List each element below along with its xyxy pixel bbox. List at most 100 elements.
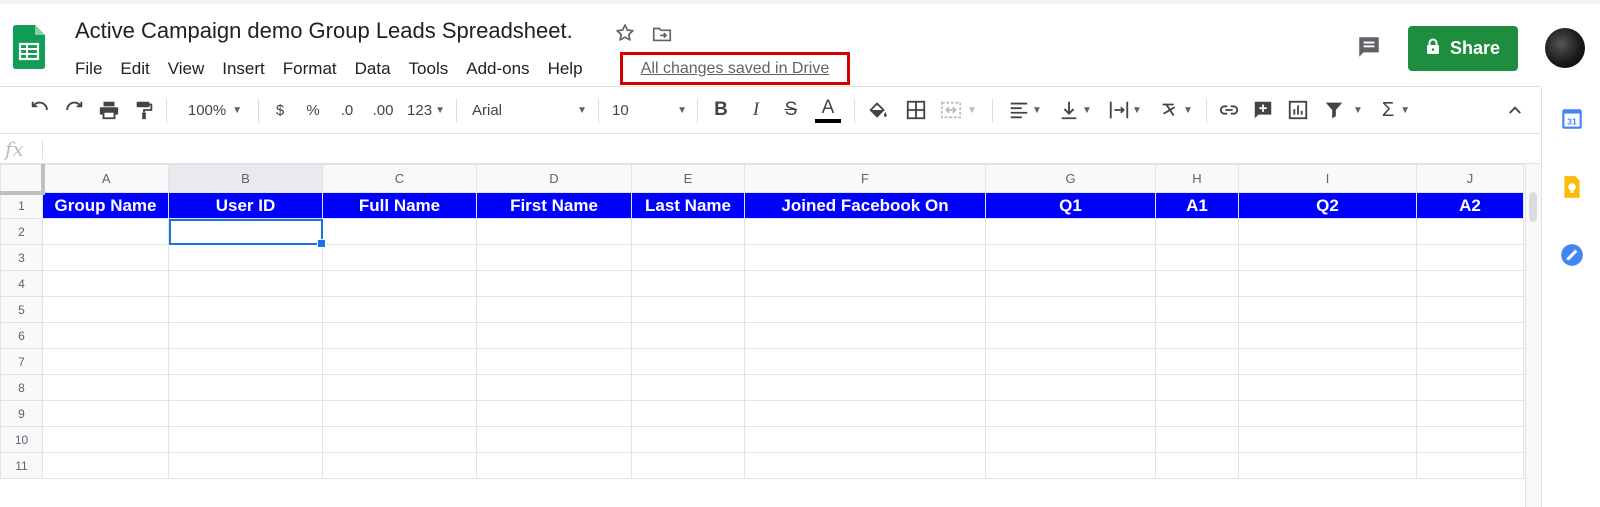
header-cell[interactable]: First Name <box>476 192 632 219</box>
cell[interactable] <box>322 218 477 245</box>
cell[interactable] <box>476 452 632 479</box>
cell[interactable] <box>1416 348 1524 375</box>
row-header[interactable]: 1 <box>0 192 43 219</box>
text-wrapping-icon[interactable]: ▼ <box>1105 97 1145 123</box>
row-header[interactable]: 5 <box>0 296 43 323</box>
cell[interactable] <box>631 426 745 453</box>
cell[interactable] <box>1238 244 1417 271</box>
menu-tools[interactable]: Tools <box>400 59 458 79</box>
cell[interactable] <box>168 426 323 453</box>
menu-help[interactable]: Help <box>539 59 592 79</box>
cell[interactable] <box>42 374 169 401</box>
header-cell[interactable]: User ID <box>168 192 323 219</box>
row-header[interactable]: 8 <box>0 374 43 401</box>
cell[interactable] <box>1416 296 1524 323</box>
cell[interactable] <box>322 452 477 479</box>
cell[interactable] <box>168 348 323 375</box>
cell[interactable] <box>631 452 745 479</box>
comments-icon[interactable] <box>1356 34 1382 60</box>
cell[interactable] <box>476 244 632 271</box>
selected-cell[interactable] <box>168 218 327 249</box>
formula-input[interactable] <box>52 138 1522 160</box>
cell[interactable] <box>42 348 169 375</box>
user-avatar[interactable] <box>1545 28 1585 68</box>
cell[interactable] <box>631 270 745 297</box>
cell[interactable] <box>1155 452 1239 479</box>
zoom-select[interactable]: 100% ▼ <box>180 97 250 123</box>
cell[interactable] <box>985 400 1156 427</box>
cell[interactable] <box>1155 400 1239 427</box>
cell[interactable] <box>1238 322 1417 349</box>
menu-file[interactable]: File <box>66 59 111 79</box>
cell[interactable] <box>744 374 986 401</box>
filter-icon[interactable]: ▼ <box>1320 97 1366 123</box>
cell[interactable] <box>1238 400 1417 427</box>
more-formats-button[interactable]: 123 ▼ <box>404 97 448 123</box>
cell[interactable] <box>42 322 169 349</box>
cell[interactable] <box>1238 270 1417 297</box>
undo-icon[interactable] <box>28 97 52 123</box>
cell[interactable] <box>1155 244 1239 271</box>
cell[interactable] <box>42 400 169 427</box>
cell[interactable] <box>985 244 1156 271</box>
menu-insert[interactable]: Insert <box>213 59 274 79</box>
cell[interactable] <box>985 270 1156 297</box>
cell[interactable] <box>744 218 986 245</box>
cell[interactable] <box>42 244 169 271</box>
insert-comment-icon[interactable] <box>1251 97 1275 123</box>
cell[interactable] <box>42 426 169 453</box>
cell[interactable] <box>42 452 169 479</box>
column-header-a[interactable]: A <box>42 164 169 193</box>
sheets-logo-icon[interactable] <box>13 25 45 69</box>
horizontal-align-icon[interactable]: ▼ <box>1005 97 1045 123</box>
cell[interactable] <box>631 322 745 349</box>
cell[interactable] <box>985 452 1156 479</box>
header-cell[interactable]: Q2 <box>1238 192 1417 219</box>
cell[interactable] <box>168 296 323 323</box>
strikethrough-button[interactable]: S <box>780 97 802 123</box>
merge-cells-icon[interactable]: ▼ <box>939 97 977 123</box>
cell[interactable] <box>1416 374 1524 401</box>
share-button[interactable]: Share <box>1408 26 1518 71</box>
cell[interactable] <box>631 244 745 271</box>
cell[interactable] <box>476 374 632 401</box>
cell[interactable] <box>1416 426 1524 453</box>
column-header-g[interactable]: G <box>985 164 1156 193</box>
cell[interactable] <box>168 244 323 271</box>
column-header-b[interactable]: B <box>168 164 323 193</box>
fill-color-icon[interactable] <box>866 97 890 123</box>
borders-icon[interactable] <box>904 97 928 123</box>
cell[interactable] <box>476 348 632 375</box>
font-size-select[interactable]: 10 ▼ <box>612 97 687 123</box>
cell[interactable] <box>985 374 1156 401</box>
cell[interactable] <box>476 322 632 349</box>
row-header[interactable]: 3 <box>0 244 43 271</box>
cell[interactable] <box>322 400 477 427</box>
header-cell[interactable]: Last Name <box>631 192 745 219</box>
row-header[interactable]: 2 <box>0 218 43 245</box>
cell[interactable] <box>744 452 986 479</box>
cell[interactable] <box>322 244 477 271</box>
cell[interactable] <box>322 426 477 453</box>
header-cell[interactable]: Full Name <box>322 192 477 219</box>
cell[interactable] <box>476 400 632 427</box>
cell[interactable] <box>322 374 477 401</box>
column-header-c[interactable]: C <box>322 164 477 193</box>
cell[interactable] <box>1155 296 1239 323</box>
move-to-folder-icon[interactable] <box>651 23 673 45</box>
cell[interactable] <box>168 270 323 297</box>
calendar-icon[interactable]: 31 <box>1559 106 1585 132</box>
cell[interactable] <box>476 426 632 453</box>
header-cell[interactable]: A2 <box>1416 192 1524 219</box>
cell[interactable] <box>985 296 1156 323</box>
italic-button[interactable]: I <box>745 97 767 123</box>
vertical-scrollbar[interactable] <box>1525 164 1541 507</box>
header-cell[interactable]: Joined Facebook On <box>744 192 986 219</box>
decrease-decimal-button[interactable]: .0 <box>334 97 360 123</box>
print-icon[interactable] <box>97 97 121 123</box>
cell[interactable] <box>744 270 986 297</box>
menu-view[interactable]: View <box>159 59 214 79</box>
cell[interactable] <box>744 400 986 427</box>
insert-chart-icon[interactable] <box>1286 97 1310 123</box>
percent-format-button[interactable]: % <box>303 97 323 123</box>
